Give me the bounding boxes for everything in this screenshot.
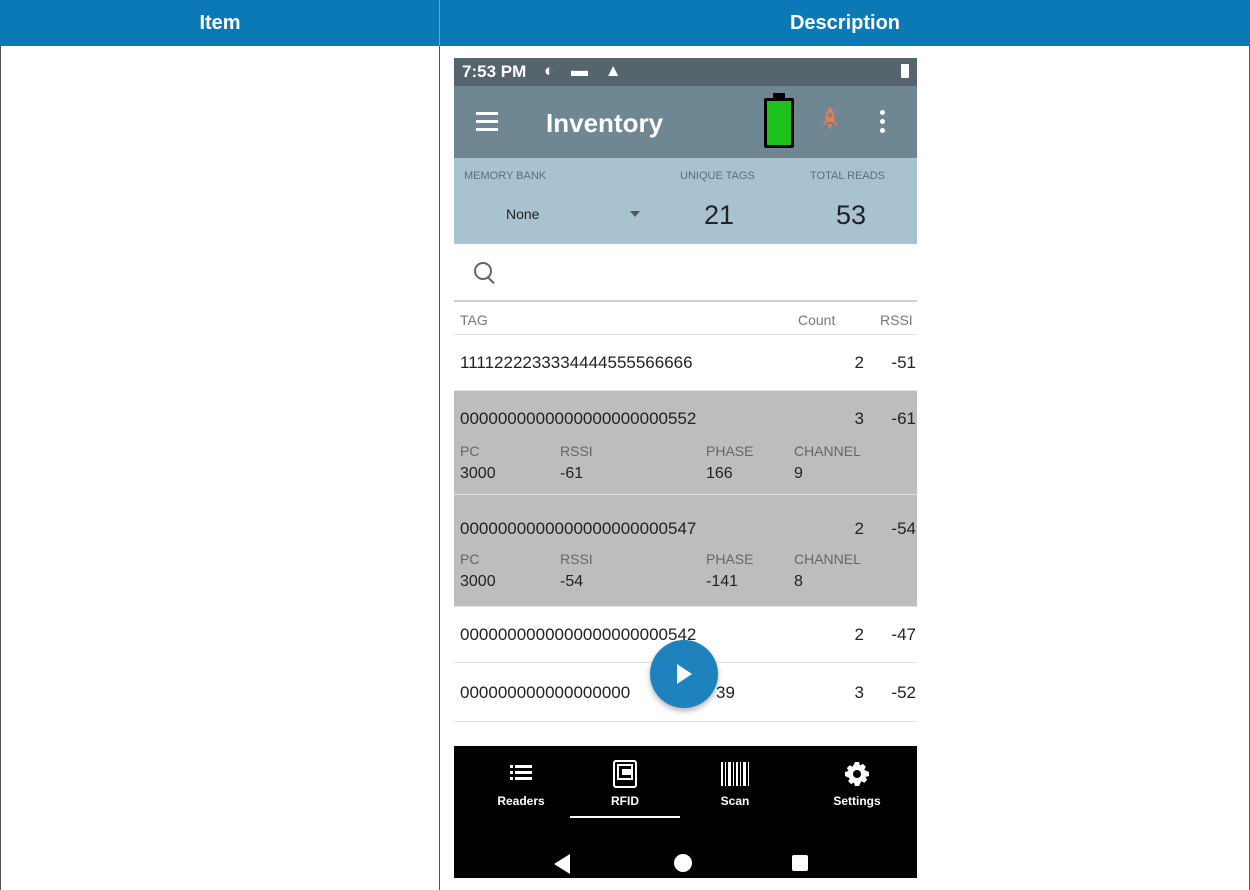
detail-channel-label: CHANNEL	[794, 443, 861, 459]
detail-channel-value: 8	[794, 573, 803, 590]
table-border-left	[0, 46, 1, 890]
detail-phase-label: PHASE	[706, 551, 754, 567]
gear-icon	[845, 762, 869, 786]
detail-rssi-value: -54	[560, 573, 584, 590]
barcode-icon	[721, 762, 749, 786]
app-bar: Inventory	[454, 86, 917, 158]
active-tab-indicator	[570, 816, 680, 818]
tag-id: 0000000000000000000000547	[460, 519, 697, 538]
header-description: Description	[789, 12, 901, 34]
detail-rssi-value: -61	[560, 465, 584, 482]
detail-phase-value: 166	[706, 465, 733, 482]
rfid-icon	[613, 760, 637, 788]
detail-pc-value: 3000	[460, 465, 496, 482]
status-notification-icons: ◐ ▬ ▲	[544, 61, 628, 80]
tag-count: 2	[854, 625, 864, 644]
tag-count: 2	[854, 519, 864, 538]
recents-icon[interactable]	[792, 855, 808, 871]
play-icon	[677, 664, 692, 684]
page-title: Inventory	[546, 108, 664, 138]
detail-pc-label: PC	[460, 551, 480, 567]
tag-rssi: -47	[891, 625, 916, 644]
detail-phase-value: -141	[706, 573, 739, 590]
nav-settings-label: Settings	[833, 794, 881, 808]
column-rssi: RSSI	[880, 312, 913, 328]
status-time: 7:53 PM	[462, 62, 527, 81]
memory-bank-value: None	[506, 206, 540, 222]
start-inventory-button[interactable]	[650, 640, 718, 708]
tag-id: 000000000000000000	[460, 683, 631, 702]
tag-id-tail: 39	[716, 683, 735, 702]
nav-readers-label: Readers	[497, 794, 545, 808]
nav-scan-label: Scan	[720, 794, 750, 808]
tag-list-header: TAG Count RSSI	[454, 302, 917, 334]
memory-bank-dropdown[interactable]: None	[464, 202, 694, 228]
table-row-expanded[interactable]: 0000000000000000000000547 2 -54 PC RSSI …	[454, 494, 917, 607]
detail-rssi-label: RSSI	[560, 551, 593, 567]
tag-id: 0000000000000000000000542	[460, 625, 697, 644]
rocket-alert-icon[interactable]	[820, 106, 840, 132]
tag-count: 3	[854, 683, 864, 702]
home-icon[interactable]	[674, 854, 692, 872]
detail-pc-label: PC	[460, 443, 480, 459]
table-row-expanded[interactable]: 0000000000000000000000552 3 -61 PC RSSI …	[454, 390, 917, 495]
header-item: Item	[199, 12, 241, 34]
total-reads-value: 53	[836, 200, 867, 230]
chevron-down-icon	[630, 211, 640, 217]
back-icon[interactable]	[554, 854, 570, 874]
overflow-menu-icon[interactable]	[880, 110, 886, 136]
column-tag: TAG	[460, 312, 488, 328]
inventory-summary: MEMORY BANK None UNIQUE TAGS 21 TOTAL RE…	[454, 158, 917, 244]
detail-pc-value: 3000	[460, 573, 496, 590]
phone-screenshot: 7:53 PM ◐ ▬ ▲ Inventory MEMORY BANK None…	[454, 58, 917, 878]
tag-rssi: -54	[891, 519, 916, 538]
detail-rssi-label: RSSI	[560, 443, 593, 459]
reader-battery-icon	[764, 93, 794, 148]
detail-channel-value: 9	[794, 465, 803, 482]
tag-rssi: -51	[891, 353, 916, 372]
column-count: Count	[798, 312, 836, 328]
unique-tags-label: UNIQUE TAGS	[680, 170, 755, 182]
tag-count: 3	[854, 409, 864, 428]
status-battery-icon	[901, 64, 909, 78]
search-icon	[474, 262, 492, 280]
detail-phase-label: PHASE	[706, 443, 754, 459]
unique-tags-value: 21	[704, 200, 735, 230]
table-row[interactable]: 1111222233334444555566666 2 -51	[454, 334, 917, 391]
bottom-navigation: Readers RFID Scan Settings	[454, 746, 917, 878]
tag-rssi: -61	[891, 409, 916, 428]
tag-rssi: -52	[891, 683, 916, 702]
tag-id: 0000000000000000000000552	[460, 409, 697, 428]
search-bar[interactable]	[454, 244, 917, 302]
total-reads-label: TOTAL READS	[810, 170, 885, 182]
tag-count: 2	[854, 353, 864, 372]
table-header: Item Description	[0, 0, 1250, 46]
tag-id: 1111222233334444555566666	[460, 353, 693, 372]
status-bar: 7:53 PM ◐ ▬ ▲	[454, 58, 917, 86]
list-icon	[510, 765, 532, 780]
detail-channel-label: CHANNEL	[794, 551, 861, 567]
nav-rfid-label: RFID	[611, 794, 639, 808]
memory-bank-label: MEMORY BANK	[464, 170, 547, 182]
menu-icon[interactable]	[476, 112, 498, 132]
table-border-middle	[439, 46, 440, 890]
